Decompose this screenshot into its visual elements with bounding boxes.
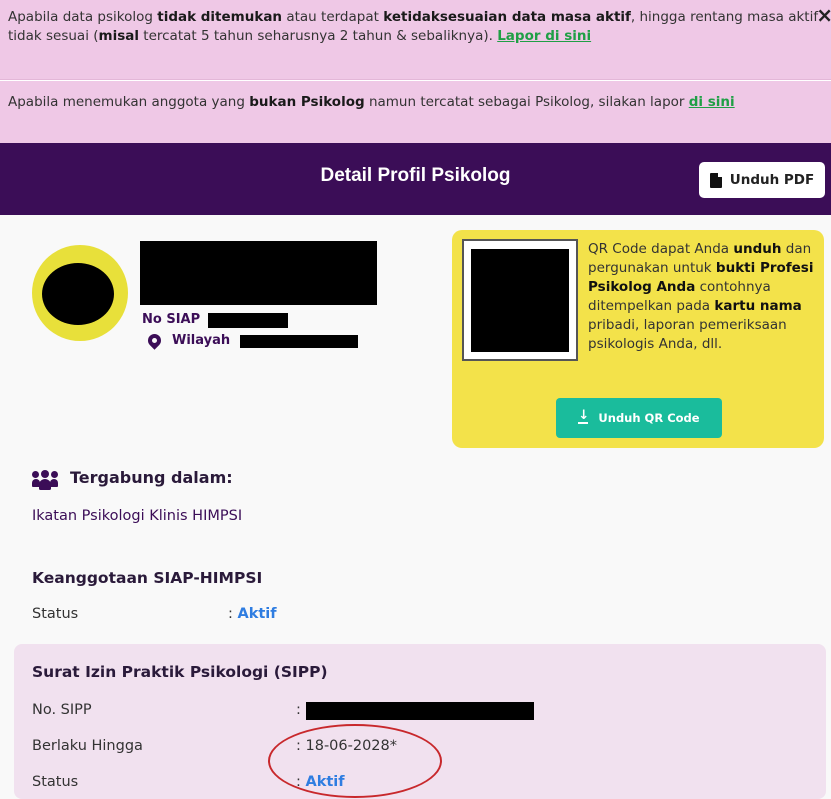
qr-text: QR Code dapat Anda xyxy=(588,241,734,257)
notice-banner-non-psychologist: Apabila menemukan anggota yang bukan Psi… xyxy=(0,81,831,143)
sipp-number-colon: : xyxy=(296,702,301,718)
notice-bold: tidak ditemukan xyxy=(157,9,283,25)
joined-title: Tergabung dalam: xyxy=(70,468,233,487)
membership-status-value: Aktif xyxy=(237,606,277,622)
redacted-siap-number xyxy=(208,313,288,328)
organization-name: Ikatan Psikologi Klinis HIMPSI xyxy=(32,508,243,524)
qr-code xyxy=(462,239,578,361)
avatar xyxy=(32,245,128,341)
download-pdf-label: Unduh PDF xyxy=(729,172,815,188)
sipp-number-label: No. SIPP xyxy=(32,702,92,718)
notice-bold: bukan Psikolog xyxy=(249,94,365,110)
membership-title: Keanggotaan SIAP-HIMPSI xyxy=(32,569,263,587)
membership-status-row: : Aktif xyxy=(228,606,277,622)
users-icon xyxy=(32,470,58,490)
qr-bold: kartu nama xyxy=(714,298,802,314)
qr-code-redaction xyxy=(471,249,569,352)
notice-text: Apabila data psikolog xyxy=(8,9,158,25)
notice-bold: ketidaksesuaian data masa aktif xyxy=(383,9,631,25)
qr-bold: unduh xyxy=(733,241,782,257)
download-qr-label: Unduh QR Code xyxy=(598,411,700,425)
sipp-status-label: Status xyxy=(32,774,79,790)
redacted-region xyxy=(240,335,358,348)
sipp-valid-label: Berlaku Hingga xyxy=(32,738,143,754)
siap-label: No SIAP xyxy=(142,312,201,327)
notice-text: atau terdapat xyxy=(282,9,384,25)
close-icon[interactable]: × xyxy=(816,5,831,25)
notice-text: Apabila menemukan anggota yang xyxy=(8,94,250,110)
membership-status-label: Status xyxy=(32,606,79,622)
redacted-sipp-number xyxy=(306,702,534,720)
notice-text: tercatat 5 tahun seharusnya 2 tahun & se… xyxy=(138,28,498,44)
download-icon xyxy=(578,408,589,424)
colon: : xyxy=(228,606,233,622)
download-pdf-button[interactable]: Unduh PDF xyxy=(699,162,825,198)
report-link[interactable]: di sini xyxy=(689,94,735,110)
file-pdf-icon xyxy=(709,172,722,188)
notice-banner-data-mismatch: Apabila data psikolog tidak ditemukan at… xyxy=(0,0,831,80)
download-qr-button[interactable]: Unduh QR Code xyxy=(556,398,722,438)
qr-text: pribadi, laporan pemeriksaan psikologis … xyxy=(588,317,787,352)
report-link[interactable]: Lapor di sini xyxy=(497,28,591,44)
sipp-title: Surat Izin Praktik Psikologi (SIPP) xyxy=(32,663,328,681)
profile-header: Detail Profil Psikolog Unduh PDF xyxy=(0,143,831,215)
avatar-redaction xyxy=(42,263,114,325)
qr-description: QR Code dapat Anda unduh dan pergunakan … xyxy=(588,240,820,354)
redacted-name xyxy=(140,241,377,305)
qr-code-card: QR Code dapat Anda unduh dan pergunakan … xyxy=(452,230,824,448)
wilayah-label: Wilayah xyxy=(172,333,231,348)
notice-text: namun tercatat sebagai Psikolog, silakan… xyxy=(364,94,689,110)
annotation-circle xyxy=(268,724,442,798)
notice-bold: misal xyxy=(98,28,139,44)
